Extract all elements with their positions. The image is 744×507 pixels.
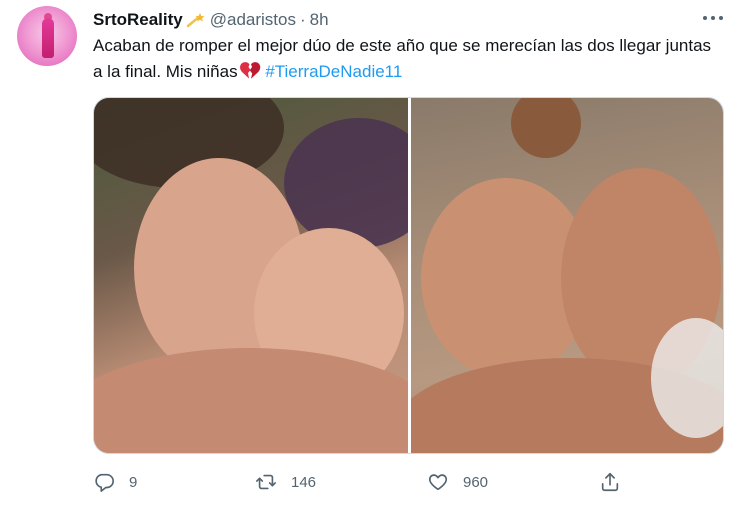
like-count: 960 (463, 473, 489, 491)
tweet-text: Acaban de romper el mejor dúo de este añ… (93, 33, 723, 85)
avatar[interactable] (17, 6, 77, 66)
reply-icon (95, 473, 114, 492)
share-icon (601, 472, 619, 492)
shooting-star-icon (186, 13, 205, 28)
avatar-figure (42, 18, 54, 58)
photo-detail (511, 98, 581, 158)
tweet[interactable]: SrtoReality @adaristos · 8h Acaban de ro… (0, 0, 744, 507)
photo-detail (94, 348, 408, 453)
retweet-icon (256, 474, 276, 490)
retweet-count: 146 (291, 473, 317, 491)
display-name[interactable]: SrtoReality (93, 10, 183, 30)
dot (703, 16, 707, 20)
retweet-button[interactable]: 146 (255, 468, 316, 496)
user-handle[interactable]: @adaristos (210, 10, 296, 30)
dot (719, 16, 723, 20)
photo-1[interactable] (94, 98, 408, 453)
like-button[interactable]: 960 (427, 468, 488, 496)
heart-icon (428, 474, 448, 491)
reply-button[interactable]: 9 (93, 468, 137, 496)
dot (711, 16, 715, 20)
reply-count: 9 (129, 473, 138, 491)
media-grid (93, 97, 724, 454)
photo-detail (284, 118, 408, 248)
share-button[interactable] (599, 468, 635, 496)
hashtag-link[interactable]: #TierraDeNadie11 (265, 62, 402, 81)
more-options-icon[interactable] (700, 10, 726, 26)
tweet-header: SrtoReality @adaristos · 8h (93, 9, 329, 31)
separator-dot: · (300, 10, 306, 29)
tweet-actions: 9 146 960 (93, 468, 653, 496)
tweet-timestamp[interactable]: 8h (310, 10, 329, 30)
photo-2[interactable] (411, 98, 723, 453)
broken-heart-icon (239, 62, 260, 79)
